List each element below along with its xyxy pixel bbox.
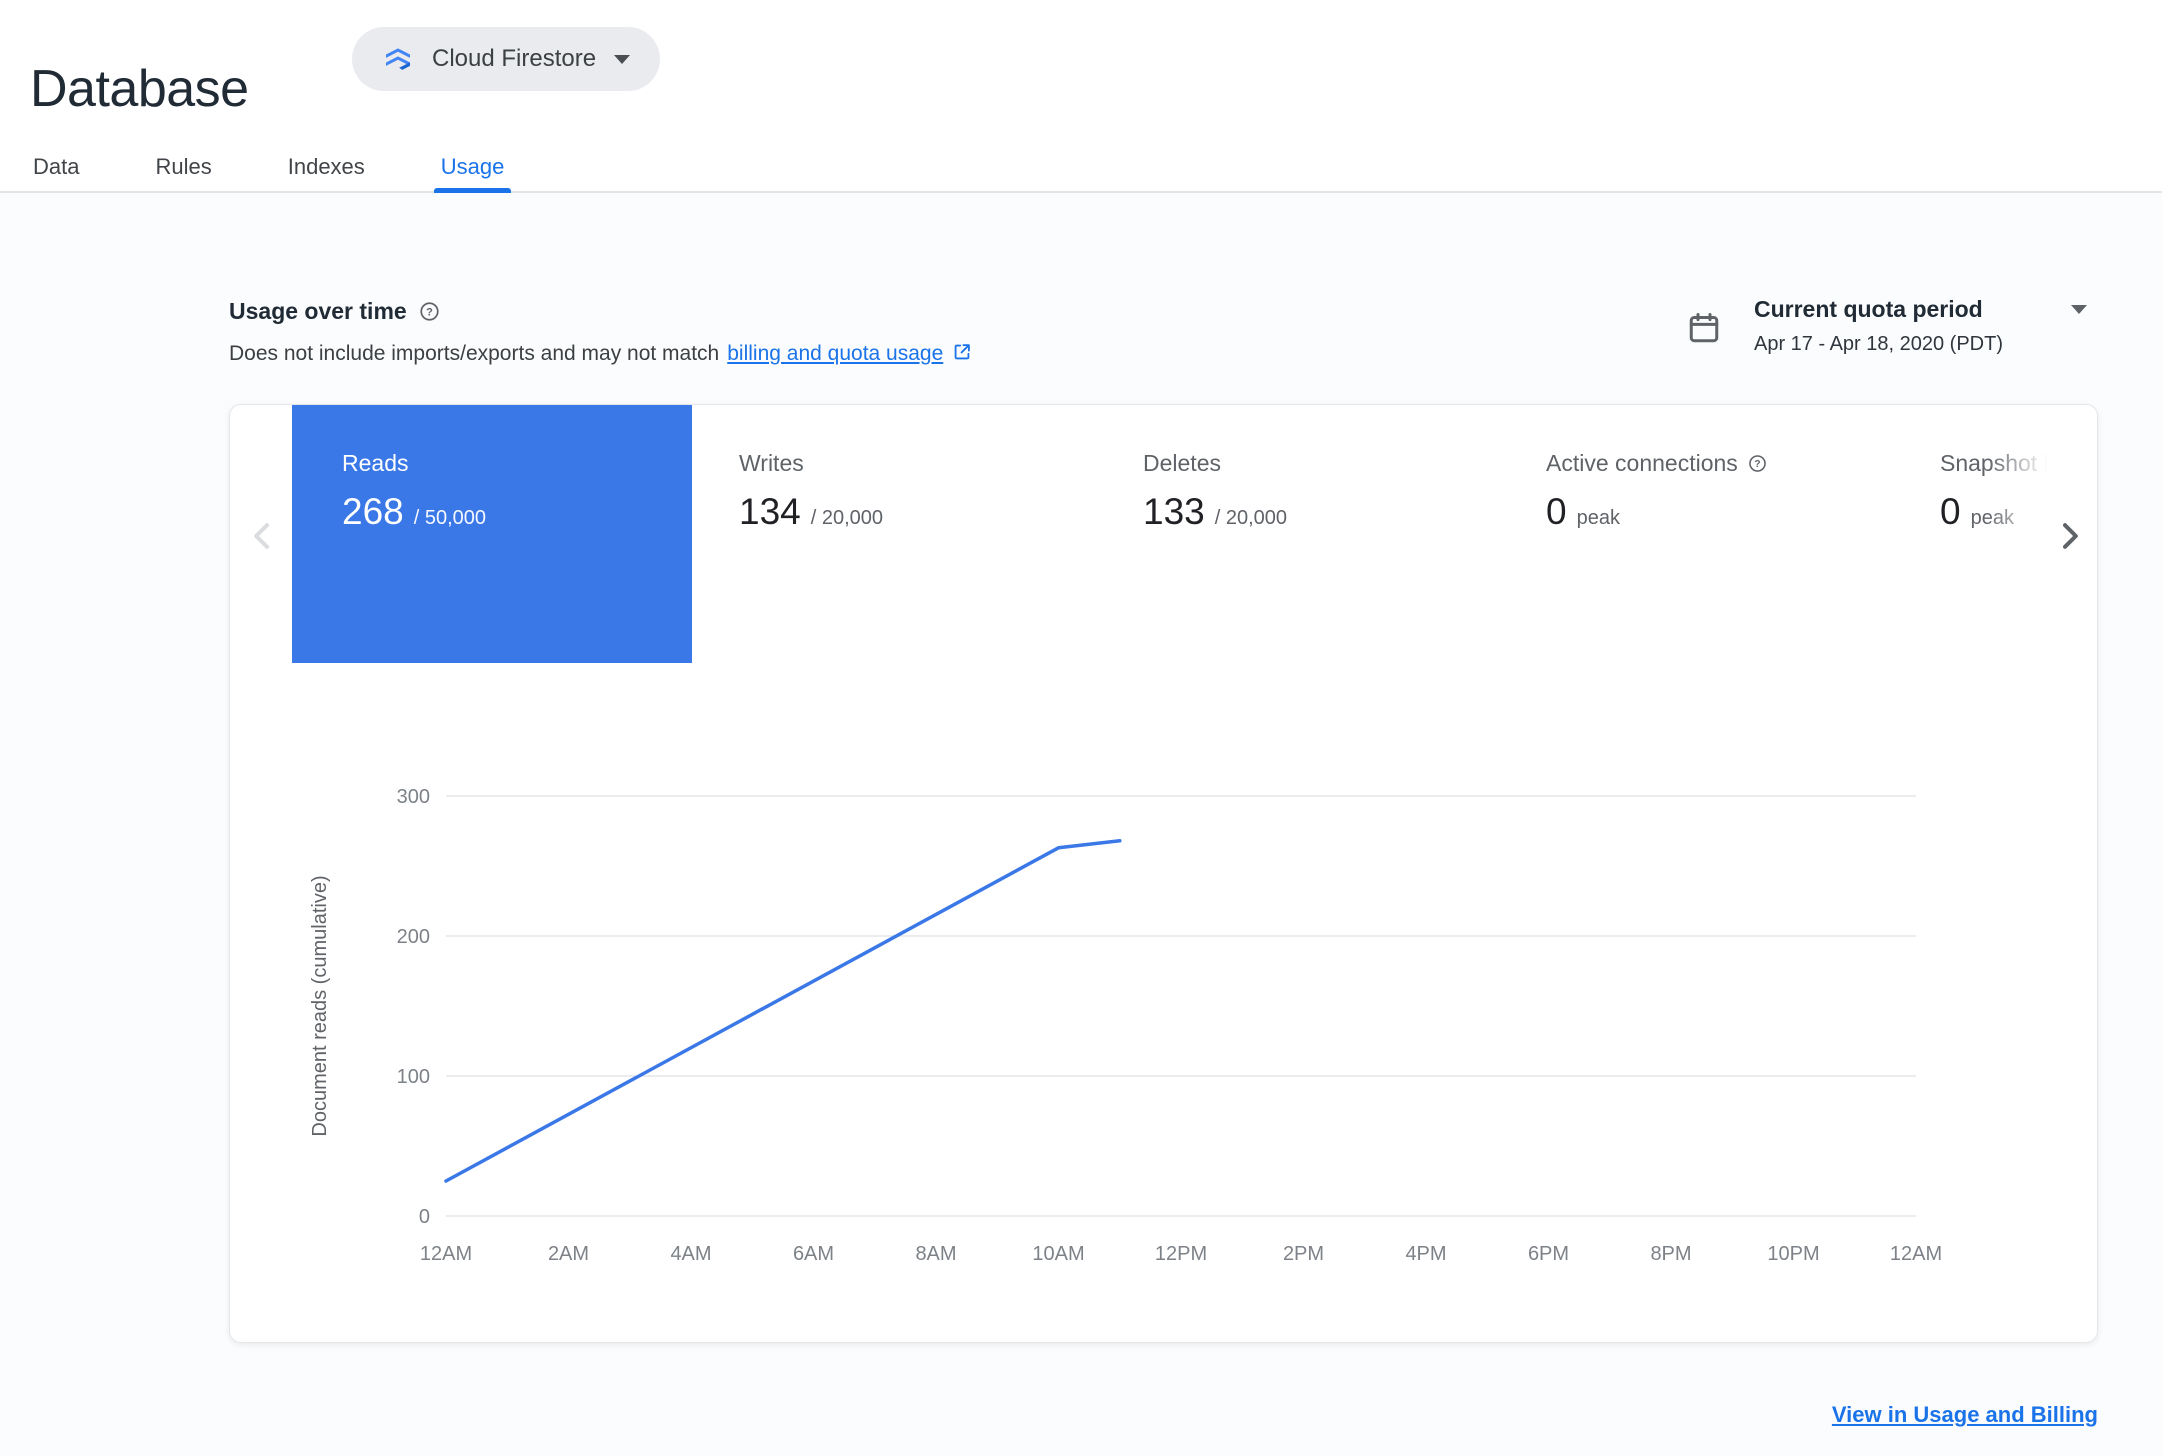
tab-indexes[interactable]: Indexes — [285, 140, 368, 193]
deletes-value: 133 — [1143, 491, 1205, 532]
svg-text:4PM: 4PM — [1405, 1243, 1446, 1265]
tab-data[interactable]: Data — [30, 140, 82, 193]
product-selector[interactable]: Cloud Firestore — [352, 27, 661, 91]
svg-text:4AM: 4AM — [670, 1243, 711, 1265]
view-usage-billing-link[interactable]: View in Usage and Billing — [1832, 1402, 2098, 1428]
active-connections-unit: peak — [1576, 507, 1620, 529]
svg-text:Document reads (cumulative): Document reads (cumulative) — [309, 875, 331, 1136]
svg-text:12AM: 12AM — [420, 1243, 472, 1265]
active-tab-underline — [433, 188, 512, 193]
active-connections-value: 0 — [1546, 491, 1567, 532]
billing-quota-usage-link[interactable]: billing and quota usage — [727, 342, 943, 366]
page-title: Database — [30, 59, 249, 118]
svg-text:100: 100 — [397, 1066, 430, 1088]
firestore-icon — [382, 43, 414, 75]
open-in-new-icon — [951, 341, 973, 369]
svg-text:300: 300 — [397, 786, 430, 808]
help-icon[interactable]: ? — [418, 300, 441, 323]
quota-period-selector[interactable]: Current quota period Apr 17 - Apr 18, 20… — [1686, 296, 2087, 356]
tab-usage[interactable]: Usage — [433, 140, 512, 193]
metric-tile-active-connections[interactable]: Active connections ? 0 peak — [1546, 405, 1916, 663]
svg-text:?: ? — [426, 306, 433, 318]
quota-chevron-down-icon — [2071, 305, 2087, 314]
svg-text:10AM: 10AM — [1032, 1243, 1084, 1265]
usage-description-text: Does not include imports/exports and may… — [229, 342, 720, 365]
svg-text:8AM: 8AM — [915, 1243, 956, 1265]
metric-tile-writes[interactable]: Writes 134 / 20,000 — [739, 405, 1069, 663]
svg-text:6PM: 6PM — [1528, 1243, 1569, 1265]
snapshot-listeners-value: 0 — [1940, 491, 1961, 532]
svg-text:?: ? — [1754, 459, 1760, 470]
metric-tile-deletes[interactable]: Deletes 133 / 20,000 — [1143, 405, 1473, 663]
carousel-prev-button[interactable] — [240, 515, 284, 559]
usage-card: Reads 268 / 50,000 Writes 134 / 20,000 D… — [229, 404, 2098, 1343]
metric-tile-reads[interactable]: Reads 268 / 50,000 — [292, 405, 692, 663]
writes-quota: / 20,000 — [810, 507, 884, 529]
tab-rules[interactable]: Rules — [152, 140, 214, 193]
svg-text:10PM: 10PM — [1767, 1243, 1819, 1265]
usage-over-time-heading: Usage over time ? — [229, 298, 441, 325]
svg-text:2AM: 2AM — [548, 1243, 589, 1265]
svg-text:12PM: 12PM — [1155, 1243, 1207, 1265]
usage-over-time-title: Usage over time — [229, 298, 407, 324]
calendar-icon — [1686, 310, 1722, 356]
chevron-down-icon — [614, 54, 631, 64]
quota-period-text: Current quota period Apr 17 - Apr 18, 20… — [1754, 296, 2087, 356]
svg-text:200: 200 — [397, 926, 430, 948]
carousel-next-button[interactable] — [2048, 515, 2092, 559]
svg-text:12AM: 12AM — [1890, 1243, 1942, 1265]
svg-text:0: 0 — [419, 1206, 430, 1228]
svg-text:8PM: 8PM — [1650, 1243, 1691, 1265]
firestore-usage-page: Database Cloud Firestore Data Rules Inde… — [0, 0, 2162, 1456]
quota-period-range: Apr 17 - Apr 18, 2020 (PDT) — [1754, 333, 2004, 355]
product-selector-label: Cloud Firestore — [432, 45, 597, 72]
help-icon[interactable]: ? — [1747, 453, 1768, 474]
quota-period-label: Current quota period — [1754, 296, 1983, 322]
reads-quota: / 50,000 — [413, 507, 487, 529]
writes-value: 134 — [739, 491, 801, 532]
svg-text:2PM: 2PM — [1283, 1243, 1324, 1265]
reads-value: 268 — [342, 491, 404, 532]
usage-chart: 0 100 200 300 12AM 2AM 4AM 6AM 8AM 10AM 12PM 2PM 4PM… — [230, 775, 2097, 1305]
usage-description: Does not include imports/exports and may… — [229, 340, 973, 368]
deletes-quota: / 20,000 — [1214, 507, 1288, 529]
tab-bar: Data Rules Indexes Usage — [30, 140, 512, 193]
svg-text:6AM: 6AM — [793, 1243, 834, 1265]
